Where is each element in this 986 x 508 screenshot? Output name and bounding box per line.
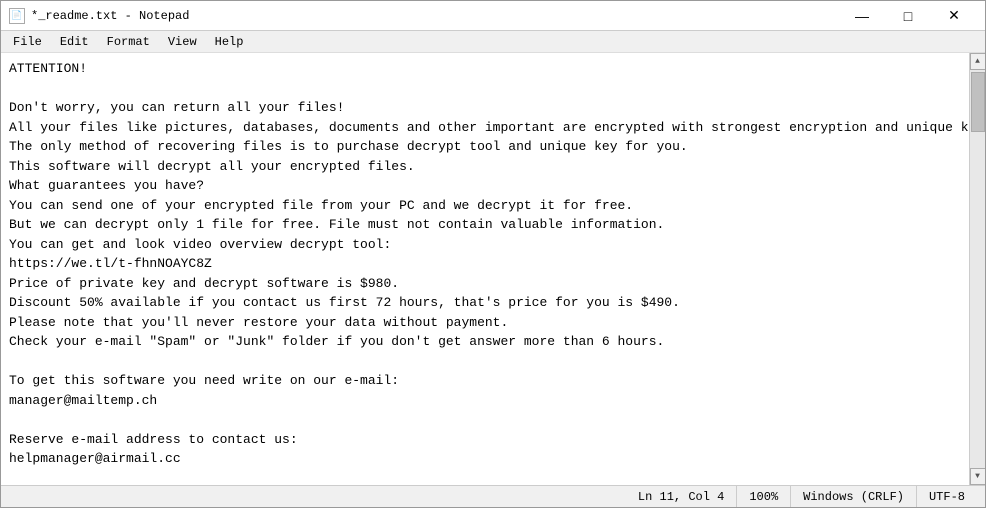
status-bar: Ln 11, Col 4 100% Windows (CRLF) UTF-8 [1,485,985,507]
scroll-up-button[interactable]: ▲ [970,53,986,70]
menu-edit[interactable]: Edit [52,33,97,51]
text-content: ATTENTION! Don't worry, you can return a… [1,53,969,475]
zoom-level: 100% [736,486,790,507]
scroll-thumb[interactable] [971,72,985,132]
notepad-window: 📄 *_readme.txt - Notepad — □ ✕ File Edit… [0,0,986,508]
menu-help[interactable]: Help [207,33,252,51]
content-area: ATTENTION! Don't worry, you can return a… [1,53,985,485]
cursor-position: Ln 11, Col 4 [626,486,736,507]
text-area-wrapper[interactable]: ATTENTION! Don't worry, you can return a… [1,53,969,485]
scrollbar-right: ▲ ▼ [969,53,985,485]
window-title: *_readme.txt - Notepad [31,9,189,23]
menu-bar: File Edit Format View Help [1,31,985,53]
menu-file[interactable]: File [5,33,50,51]
maximize-button[interactable]: □ [885,1,931,31]
scroll-track[interactable] [970,70,986,468]
app-icon: 📄 [9,8,25,24]
close-button[interactable]: ✕ [931,1,977,31]
menu-view[interactable]: View [160,33,205,51]
title-bar: 📄 *_readme.txt - Notepad — □ ✕ [1,1,985,31]
title-bar-left: 📄 *_readme.txt - Notepad [9,8,189,24]
title-bar-controls: — □ ✕ [839,1,977,31]
menu-format[interactable]: Format [99,33,158,51]
encoding: UTF-8 [916,486,977,507]
line-ending: Windows (CRLF) [790,486,916,507]
minimize-button[interactable]: — [839,1,885,31]
scroll-down-button[interactable]: ▼ [970,468,986,485]
